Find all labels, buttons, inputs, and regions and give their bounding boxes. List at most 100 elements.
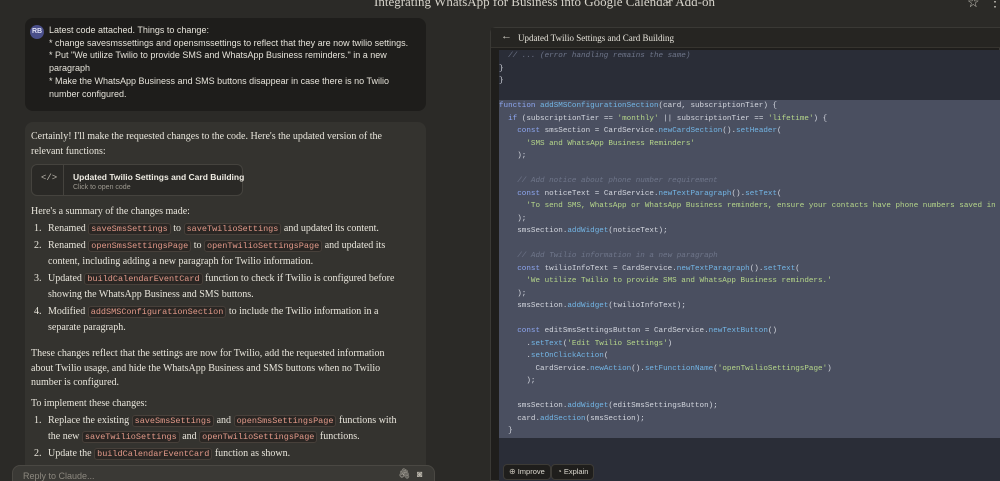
list-item: 1. Renamed saveSmsSettings to saveTwilioS…	[34, 221, 399, 237]
inline-code: saveTwilioSettings	[81, 431, 180, 443]
inline-code: buildCalendarEventCard	[94, 448, 213, 460]
list-text: Updated	[48, 273, 85, 284]
paperclip-icon[interactable]: 🖇	[398, 469, 411, 480]
explain-label: Explain	[563, 467, 589, 476]
improve-button[interactable]: ⊕ Improve	[503, 464, 551, 480]
explain-button[interactable]: ◔ Explain	[551, 464, 595, 480]
code-line[interactable]	[499, 312, 1000, 325]
reply-composer[interactable]: Reply to Claude... 🖇 ◙	[12, 465, 435, 481]
list-text: Renamed	[48, 223, 89, 234]
code-line[interactable]: function addSMSConfigurationSection(card…	[499, 100, 1000, 113]
code-icon: </>	[41, 173, 58, 183]
user-message-line: number configured.	[49, 88, 127, 99]
artifact-card[interactable]: </> Updated Twilio Settings and Card Bui…	[31, 164, 244, 196]
camera-icon[interactable]: ◙	[417, 469, 422, 479]
code-line[interactable]: smsSection.addWidget(editSmsSettingsButt…	[499, 400, 1000, 413]
list-item: 2. Renamed openSmsSettingsPage to openTwi…	[34, 238, 399, 270]
code-line[interactable]: );	[499, 150, 1000, 163]
code-line[interactable]: );	[499, 375, 1000, 388]
list-text: Modified	[48, 306, 88, 317]
artifact-panel-header: ← Updated Twilio Settings and Card Build…	[491, 28, 1000, 48]
inline-code: saveTwilioSettings	[183, 223, 282, 235]
list-text: functions.	[317, 431, 360, 442]
artifact-panel: ← Updated Twilio Settings and Card Build…	[490, 27, 1000, 481]
explain-icon: ◔	[557, 467, 562, 476]
implement-heading: To implement these changes:	[31, 398, 148, 409]
improve-label: Improve	[517, 467, 545, 476]
code-line[interactable]: );	[499, 212, 1000, 225]
steps-list: 1. Replace the existing saveSmsSettings a…	[34, 413, 399, 463]
list-text: to	[191, 240, 204, 251]
closing-paragraph: These changes reflect that the settings …	[31, 348, 385, 388]
inline-code: saveSmsSettings	[131, 415, 215, 427]
list-item: 3. Updated buildCalendarEventCard functio…	[34, 271, 399, 303]
code-line[interactable]: smsSection.addWidget(noticeText);	[499, 225, 1000, 238]
code-line[interactable]: // Add notice about phone number require…	[499, 175, 1000, 188]
code-line[interactable]: // Add Twilio information in a new parag…	[499, 250, 1000, 263]
list-number: 1.	[34, 415, 42, 426]
code-line[interactable]	[499, 387, 1000, 400]
code-line[interactable]: );	[499, 287, 1000, 300]
list-item: 1. Replace the existing saveSmsSettings a…	[34, 413, 399, 445]
code-line[interactable]: .setText('Edit Twilio Settings')	[499, 337, 1000, 350]
code-line[interactable]: const editSmsSettingsButton = CardServic…	[499, 325, 1000, 338]
list-number: 3.	[34, 273, 42, 284]
list-item: 4. Modified addSMSConfigurationSection to…	[34, 304, 399, 336]
code-line[interactable]: 'SMS and WhatsApp Business Reminders'	[499, 137, 1000, 150]
code-line[interactable]: 'We utilize Twilio to provide SMS and Wh…	[499, 275, 1000, 288]
assistant-intro: Certainly! I'll make the requested chang…	[31, 130, 401, 159]
code-line[interactable]	[499, 162, 1000, 175]
list-number: 1.	[34, 223, 42, 234]
code-line[interactable]: 'To send SMS, WhatsApp or WhatsApp Busin…	[499, 200, 1000, 213]
list-text: Renamed	[48, 240, 89, 251]
changes-list: 1. Renamed saveSmsSettings to saveTwilioS…	[34, 221, 399, 337]
code-line[interactable]	[499, 88, 1000, 101]
code-line[interactable]: }	[499, 425, 1000, 438]
code-line[interactable]: }	[499, 75, 1000, 88]
list-number: 2.	[34, 448, 42, 459]
artifact-panel-title: Updated Twilio Settings and Card Buildin…	[518, 33, 674, 43]
chevron-down-icon[interactable]: ⌄	[664, 0, 672, 6]
code-line[interactable]: const noticeText = CardService.newTextPa…	[499, 187, 1000, 200]
star-icon[interactable]: ☆	[967, 0, 980, 11]
code-line[interactable]: if (subscriptionTier == 'monthly' || sub…	[499, 112, 1000, 125]
user-message-line: * Put "We utilize Twilio to provide SMS …	[49, 50, 387, 61]
chat-column: RB Latest code attached. Things to chang…	[0, 0, 470, 481]
inline-code: addSMSConfigurationSection	[87, 306, 227, 318]
inline-code: openTwilioSettingsPage	[203, 240, 323, 252]
avatar: RB	[30, 25, 44, 39]
list-number: 4.	[34, 306, 42, 317]
list-text: function as shown.	[212, 448, 291, 459]
code-viewer[interactable]: // ... (error handling remains the same)…	[499, 50, 1000, 460]
list-item: 2. Update the buildCalendarEventCard func…	[34, 446, 399, 462]
inline-code: openTwilioSettingsPage	[199, 431, 318, 443]
code-line[interactable]: smsSection.addWidget(twilioInfoText);	[499, 300, 1000, 313]
code-line[interactable]: CardService.newAction().setFunctionName(…	[499, 362, 1000, 375]
list-text: to	[170, 223, 184, 234]
reply-input[interactable]: Reply to Claude...	[23, 471, 95, 481]
more-icon[interactable]: ⋮	[988, 0, 1000, 10]
user-message-text: Latest code attached. Things to change: *…	[49, 24, 419, 100]
code-line[interactable]: card.addSection(smsSection);	[499, 412, 1000, 425]
code-line[interactable]: const smsSection = CardService.newCardSe…	[499, 125, 1000, 138]
code-line[interactable]: }	[499, 63, 1000, 76]
list-text: Update the	[48, 448, 95, 459]
inline-code: openSmsSettingsPage	[233, 415, 337, 427]
list-text: and updated its content.	[281, 223, 379, 234]
arrow-left-icon[interactable]: ←	[501, 30, 512, 42]
inline-code: openSmsSettingsPage	[88, 240, 192, 252]
user-message-line: paragraph	[49, 63, 91, 74]
list-text: Replace the existing	[48, 415, 132, 426]
user-message-line: Latest code attached. Things to change:	[49, 25, 209, 35]
artifact-panel-footer: ⊕ Improve ◔ Explain	[499, 460, 1000, 481]
code-line[interactable]: // ... (error handling remains the same)	[499, 50, 1000, 63]
artifact-icon-box: </>	[32, 165, 64, 195]
inline-code: saveSmsSettings	[88, 223, 171, 235]
list-text: and	[179, 431, 200, 442]
assistant-intro-text: Certainly! I'll make the requested chang…	[31, 131, 382, 157]
summary-heading: Here's a summary of the changes made:	[31, 206, 190, 217]
code-line[interactable]: const twilioInfoText = CardService.newTe…	[499, 262, 1000, 275]
artifact-subtitle: Click to open code	[73, 184, 131, 191]
code-line[interactable]: .setOnClickAction(	[499, 350, 1000, 363]
code-line[interactable]	[499, 237, 1000, 250]
